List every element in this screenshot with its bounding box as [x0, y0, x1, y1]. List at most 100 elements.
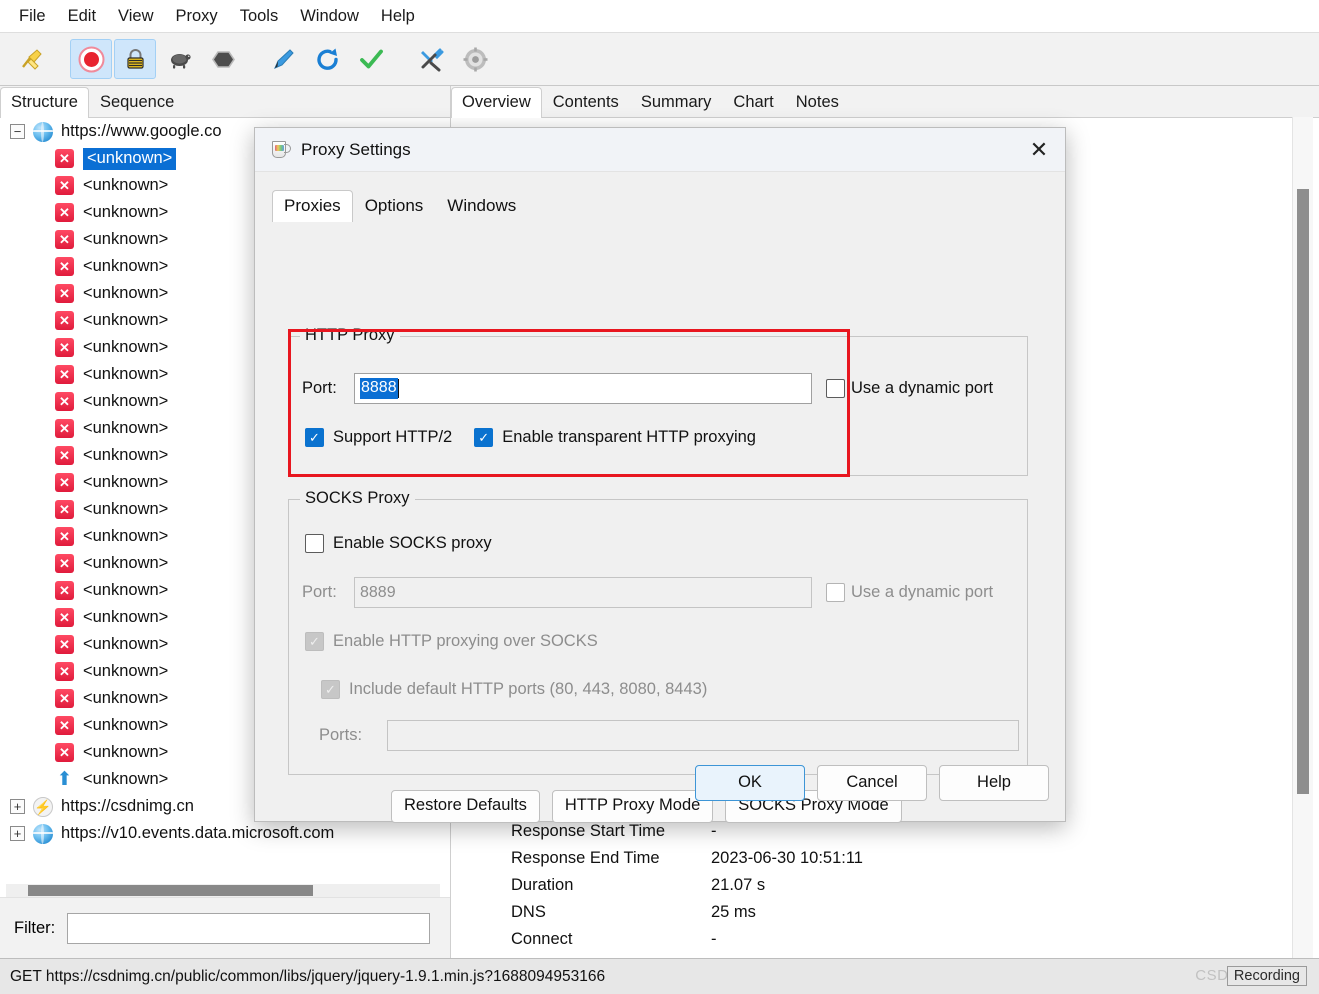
menu-edit[interactable]: Edit: [57, 5, 107, 28]
tools-icon[interactable]: [410, 39, 452, 79]
socks-dynamic-port-checkbox[interactable]: [826, 583, 845, 602]
charles-cup-icon: [271, 139, 291, 161]
menu-view[interactable]: View: [107, 5, 164, 28]
turtle-icon[interactable]: [158, 39, 200, 79]
dialog-tab-options[interactable]: Options: [353, 190, 436, 222]
record-icon[interactable]: [70, 39, 112, 79]
filter-input[interactable]: [67, 912, 431, 944]
tab-notes[interactable]: Notes: [784, 87, 850, 118]
detail-vscroll-thumb[interactable]: [1297, 189, 1309, 794]
tree-row-label: <unknown>: [83, 365, 169, 383]
broom-icon[interactable]: [10, 39, 52, 79]
http-port-label: Port:: [302, 379, 337, 397]
tree-row-label: <unknown>: [83, 284, 169, 302]
tree-row-label: <unknown>: [83, 392, 169, 410]
cancel-button[interactable]: Cancel: [817, 764, 927, 802]
dialog-tab-windows[interactable]: Windows: [435, 190, 528, 222]
pen-icon[interactable]: [262, 39, 304, 79]
recording-status-badge: Recording: [1226, 966, 1307, 986]
tab-structure[interactable]: Structure: [0, 87, 89, 118]
detail-vertical-scrollbar[interactable]: [1292, 117, 1313, 958]
dialog-title: Proxy Settings: [301, 139, 411, 159]
tree-row-label: <unknown>: [83, 176, 169, 194]
socks-port-input[interactable]: 8889: [354, 577, 812, 608]
tree-row-label: <unknown>: [83, 662, 169, 680]
transparent-proxy-label: Enable transparent HTTP proxying: [502, 428, 756, 446]
filter-bar: Filter:: [0, 897, 450, 958]
support-http2-checkbox[interactable]: [305, 428, 324, 447]
ok-button[interactable]: OK: [695, 764, 805, 802]
error-icon: ✕: [55, 608, 74, 627]
detail-row: Duration 21.07 s: [511, 872, 1211, 899]
detail-row: Response End Time 2023-06-30 10:51:11: [511, 845, 1211, 872]
help-button[interactable]: Help: [939, 764, 1049, 802]
tree-row-label: <unknown>: [83, 230, 169, 248]
support-http2-label: Support HTTP/2: [333, 428, 453, 446]
tab-summary[interactable]: Summary: [629, 87, 723, 118]
tab-overview[interactable]: Overview: [451, 87, 542, 118]
status-bar-text: GET https://csdnimg.cn/public/common/lib…: [10, 967, 606, 985]
error-icon: ✕: [55, 311, 74, 330]
proxy-settings-dialog: Proxy Settings ✕ Proxies Options Windows…: [254, 127, 1067, 823]
error-icon: ✕: [55, 662, 74, 681]
overview-properties-table: Response Start Time - Response End Time 202…: [511, 818, 1211, 953]
tree-row-label: <unknown>: [83, 527, 169, 545]
menu-help[interactable]: Help: [370, 5, 426, 28]
tree-horizontal-scrollbar[interactable]: [6, 884, 440, 897]
http-dynamic-port-checkbox[interactable]: [826, 379, 845, 398]
error-icon: ✕: [55, 743, 74, 762]
default-http-ports-checkbox[interactable]: [321, 680, 340, 699]
default-http-ports-label: Include default HTTP ports (80, 443, 808…: [349, 680, 708, 698]
dialog-tab-proxies[interactable]: Proxies: [272, 190, 353, 223]
error-icon: ✕: [55, 365, 74, 384]
dialog-footer: OK Cancel Help: [255, 743, 1067, 823]
tab-chart[interactable]: Chart: [722, 87, 785, 118]
transparent-proxy-checkbox[interactable]: [474, 428, 494, 447]
gear-icon[interactable]: [454, 39, 496, 79]
hexagon-icon[interactable]: [202, 39, 244, 79]
tree-row-label: <unknown>: [83, 446, 169, 464]
http-port-input[interactable]: 8888: [354, 373, 812, 404]
detail-row: DNS 25 ms: [511, 899, 1211, 926]
menu-window[interactable]: Window: [289, 5, 370, 28]
lock-icon[interactable]: [114, 39, 156, 79]
socks-proxy-legend: SOCKS Proxy: [300, 489, 415, 508]
upload-icon: ⬆: [56, 769, 73, 790]
error-icon: ✕: [55, 203, 74, 222]
refresh-icon[interactable]: [306, 39, 348, 79]
expand-icon[interactable]: +: [10, 826, 25, 841]
error-icon: ✕: [55, 230, 74, 249]
detail-row-key: Connect: [511, 930, 573, 948]
menu-proxy[interactable]: Proxy: [165, 5, 229, 28]
tree-row-label: <unknown>: [83, 581, 169, 599]
menu-tools[interactable]: Tools: [229, 5, 290, 28]
error-icon: ✕: [55, 149, 74, 168]
http-over-socks-label: Enable HTTP proxying over SOCKS: [333, 632, 598, 650]
enable-socks-checkbox[interactable]: [305, 534, 324, 553]
error-icon: ✕: [55, 419, 74, 438]
enable-socks-label: Enable SOCKS proxy: [333, 534, 492, 552]
http-over-socks-checkbox[interactable]: [305, 632, 324, 651]
bolt-icon: ⚡: [33, 796, 53, 817]
socks-port-value: 8889: [360, 583, 396, 601]
tree-row-label: <unknown>: [83, 419, 169, 437]
checkmark-icon[interactable]: [350, 39, 392, 79]
close-icon[interactable]: ✕: [1013, 128, 1065, 172]
tab-sequence[interactable]: Sequence: [88, 87, 186, 118]
menu-file[interactable]: File: [8, 5, 57, 28]
tab-contents[interactable]: Contents: [541, 87, 630, 118]
http-proxy-group: HTTP Proxy: [288, 326, 1028, 476]
collapse-icon[interactable]: −: [10, 124, 25, 139]
error-icon: ✕: [55, 338, 74, 357]
detail-row-key: DNS: [511, 903, 546, 921]
error-icon: ✕: [55, 500, 74, 519]
error-icon: ✕: [55, 527, 74, 546]
tree-row[interactable]: + https://v10.events.data.microsoft.com: [0, 820, 450, 847]
expand-icon[interactable]: +: [10, 799, 25, 814]
tree-row-label: <unknown>: [83, 311, 169, 329]
http-proxy-legend: HTTP Proxy: [300, 326, 400, 345]
tree-row-label: https://csdnimg.cn: [61, 797, 194, 815]
tree-hscroll-thumb[interactable]: [28, 885, 313, 896]
toolbar: [0, 33, 1319, 86]
menu-bar: File Edit View Proxy Tools Window Help: [0, 0, 1319, 33]
